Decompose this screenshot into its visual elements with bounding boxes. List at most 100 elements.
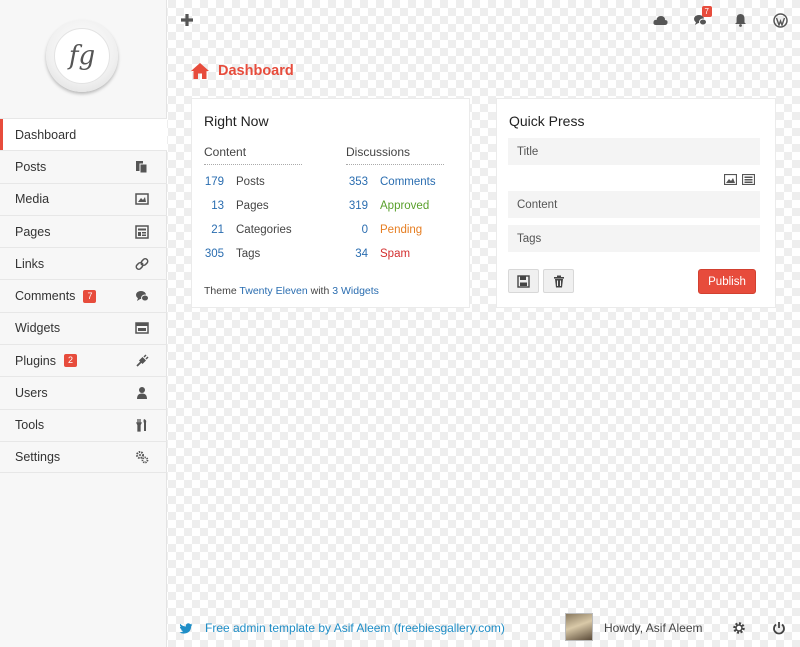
- sidebar-item-label: Media: [15, 192, 50, 207]
- page-title: Dashboard: [218, 63, 294, 79]
- comments-icon: [136, 291, 149, 302]
- stat-count: 353: [348, 176, 368, 188]
- sidebar-item-label: Comments: [15, 289, 76, 304]
- title-input[interactable]: Title: [508, 138, 760, 165]
- sidebar-item-label: Dashboard: [15, 127, 77, 142]
- plugin-icon: [136, 354, 149, 367]
- stat-count: 179: [204, 176, 224, 188]
- notifications-button[interactable]: [720, 0, 760, 40]
- link-icon: [135, 257, 149, 270]
- sidebar-item-label: Posts: [15, 159, 47, 174]
- delete-button[interactable]: [543, 269, 574, 293]
- user-greeting[interactable]: Howdy, Asif Aleem: [604, 621, 702, 635]
- plus-icon[interactable]: [180, 13, 194, 27]
- trash-icon: [553, 275, 564, 287]
- comments-count-badge: 7: [83, 289, 97, 303]
- stat-count: 0: [361, 224, 368, 236]
- discussions-heading: Discussions: [346, 145, 444, 165]
- widgets-link[interactable]: 3 Widgets: [332, 285, 379, 297]
- stat-label: Posts: [236, 176, 265, 188]
- stat-label: Tags: [236, 248, 261, 260]
- gear-icon[interactable]: [732, 621, 746, 635]
- footer-credit[interactable]: Free admin template by Asif Aleem (freeb…: [179, 621, 505, 635]
- sidebar-item-plugins[interactable]: Plugins 2: [0, 344, 167, 376]
- comments-count-badge: 7: [701, 6, 712, 17]
- sidebar-item-comments[interactable]: Comments 7: [0, 279, 167, 311]
- theme-info: Theme Twenty Eleven with 3 Widgets: [204, 285, 379, 297]
- sidebar-item-label: Pages: [15, 224, 51, 239]
- sidebar-item-label: Widgets: [15, 321, 61, 336]
- right-now-panel: Right Now Content Discussions 179 Posts …: [191, 98, 470, 308]
- page-header: Dashboard: [190, 62, 294, 80]
- sidebar-item-widgets[interactable]: Widgets: [0, 311, 167, 344]
- theme-link[interactable]: Twenty Eleven: [239, 285, 307, 297]
- content-heading: Content: [204, 145, 302, 165]
- sidebar-item-settings[interactable]: Settings: [0, 440, 167, 474]
- stat-label: Categories: [236, 224, 292, 236]
- cloud-icon: [652, 16, 668, 25]
- stat-approved[interactable]: 319 Approved: [336, 198, 429, 214]
- footer-link-text[interactable]: Free admin template by Asif Aleem (freeb…: [205, 621, 505, 635]
- topbar-icons: 7: [640, 0, 800, 40]
- pages-icon: [135, 224, 149, 239]
- sidebar-item-posts[interactable]: Posts: [0, 150, 167, 182]
- stat-pending[interactable]: 0 Pending: [336, 222, 423, 238]
- stat-comments[interactable]: 353 Comments: [336, 174, 436, 190]
- stat-label: Spam: [380, 248, 411, 260]
- quick-press-panel: Quick Press Title Content Tags Publish: [496, 98, 776, 308]
- user-icon: [137, 387, 147, 400]
- stat-tags[interactable]: 305 Tags: [192, 246, 260, 262]
- bell-icon: [734, 14, 746, 27]
- sidebar-item-label: Tools: [15, 418, 45, 433]
- panel-title: Quick Press: [509, 113, 585, 129]
- media-icon: [135, 193, 149, 205]
- panel-title: Right Now: [204, 113, 269, 129]
- sidebar-item-label: Users: [15, 386, 48, 401]
- stat-count: 13: [211, 200, 224, 212]
- publish-button[interactable]: Publish: [698, 269, 756, 294]
- logo-badge: fg: [46, 20, 118, 92]
- stat-count: 319: [348, 200, 368, 212]
- sidebar-item-tools[interactable]: Tools: [0, 408, 167, 441]
- content-input[interactable]: Content: [508, 191, 760, 218]
- sidebar-item-users[interactable]: Users: [0, 376, 167, 408]
- home-icon: [191, 63, 209, 79]
- sidebar-item-pages[interactable]: Pages: [0, 214, 167, 247]
- save-draft-button[interactable]: [508, 269, 539, 293]
- plugins-count-badge: 2: [64, 354, 78, 368]
- twitter-icon: [179, 622, 193, 634]
- sidebar-item-links[interactable]: Links: [0, 247, 167, 279]
- gears-icon: [136, 451, 149, 464]
- stat-categories[interactable]: 21 Categories: [192, 222, 292, 238]
- tags-input[interactable]: Tags: [508, 225, 760, 252]
- stat-count: 34: [355, 248, 368, 260]
- stat-count: 21: [211, 224, 224, 236]
- power-icon[interactable]: [772, 621, 786, 635]
- avatar[interactable]: [565, 613, 593, 641]
- sidebar-item-dashboard[interactable]: Dashboard: [0, 118, 167, 151]
- cloud-button[interactable]: [640, 0, 680, 40]
- sidebar: fg Dashboard Posts Media Pages Links Com…: [0, 0, 167, 647]
- logo-mark: fg: [54, 28, 110, 84]
- insert-image-icon[interactable]: [724, 174, 737, 185]
- sidebar-item-label: Settings: [15, 450, 61, 465]
- wordpress-icon: [772, 12, 788, 28]
- stat-pages[interactable]: 13 Pages: [192, 198, 269, 214]
- posts-icon: [136, 160, 148, 174]
- comments-button[interactable]: 7: [680, 0, 720, 40]
- sidebar-item-label: Plugins: [15, 353, 56, 368]
- theme-prefix: Theme: [204, 285, 237, 297]
- insert-media-icon[interactable]: [742, 174, 755, 185]
- footer: Free admin template by Asif Aleem (freeb…: [167, 605, 800, 647]
- logo[interactable]: fg: [46, 20, 120, 92]
- stat-label: Pages: [236, 200, 269, 212]
- sidebar-item-media[interactable]: Media: [0, 182, 167, 215]
- media-buttons: [724, 174, 755, 185]
- wordpress-button[interactable]: [760, 0, 800, 40]
- stat-label: Approved: [380, 200, 430, 212]
- stat-posts[interactable]: 179 Posts: [192, 174, 265, 190]
- widgets-icon: [135, 322, 149, 335]
- stat-count: 305: [204, 248, 224, 260]
- stat-spam[interactable]: 34 Spam: [336, 246, 410, 262]
- theme-with: with: [310, 285, 330, 297]
